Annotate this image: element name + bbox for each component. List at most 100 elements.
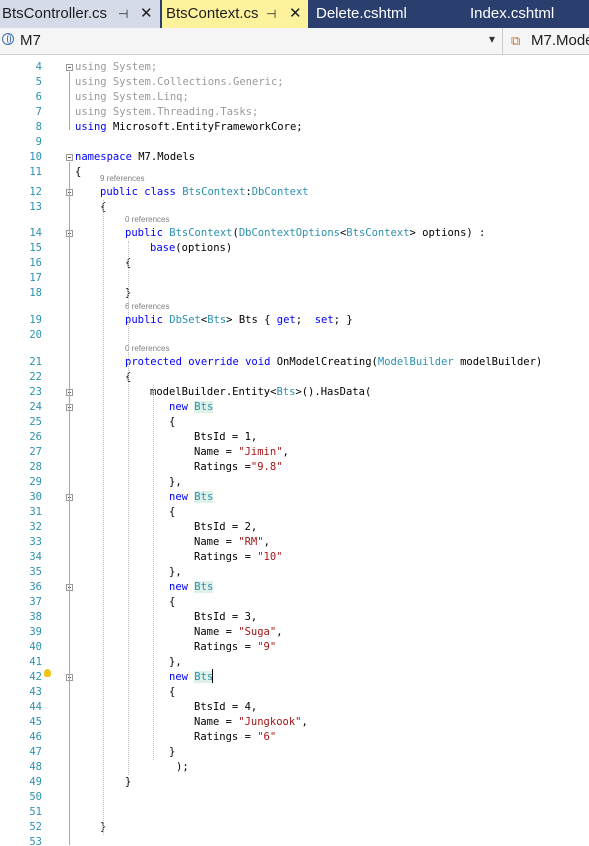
code-line[interactable]: Name = "Suga", (194, 625, 283, 640)
code-line[interactable]: Ratings = "6" (194, 730, 276, 745)
code-line[interactable]: BtsId = 3, (194, 610, 257, 625)
code-line[interactable]: namespace M7.Models (75, 150, 195, 165)
code-line[interactable]: public BtsContext(DbContextOptions<BtsCo… (125, 226, 485, 241)
code-line[interactable]: } (169, 745, 175, 760)
code-token: (options) (175, 242, 233, 254)
code-line[interactable]: Name = "RM", (194, 535, 270, 550)
code-line[interactable]: Name = "Jimin", (194, 445, 289, 460)
line-number: 31 (29, 506, 42, 518)
code-line[interactable]: BtsId = 2, (194, 520, 257, 535)
code-line[interactable]: }, (169, 565, 182, 580)
fold-line (69, 72, 70, 130)
code-line[interactable]: protected override void OnModelCreating(… (125, 355, 542, 370)
code-line[interactable]: using System; (75, 60, 157, 75)
tab-label: Delete.cshtml (316, 5, 407, 22)
tab-btscontext[interactable]: BtsContext.cs ⊣ ✕ (162, 0, 308, 28)
code-token: } (169, 746, 176, 758)
code-line[interactable]: ); (176, 760, 189, 775)
line-number: 4 (35, 61, 42, 73)
code-token: BtsId = 2, (194, 521, 258, 533)
code-token: BtsContext (169, 227, 233, 239)
code-line[interactable]: new Bts (169, 580, 214, 595)
code-token: namespace (75, 151, 132, 163)
code-token: using System.Collections.Generic; (75, 76, 284, 88)
code-token: { (75, 166, 82, 178)
close-icon[interactable]: ✕ (289, 0, 302, 28)
line-number: 52 (29, 821, 42, 833)
code-token: , (301, 716, 308, 728)
code-line[interactable]: Name = "Jungkook", (194, 715, 308, 730)
code-editor[interactable]: 4 5 6 7 8 9 10 11 12 13 14 15 16 17 18 19 20 21 22 23 24 25 26… (0, 55, 589, 846)
code-line[interactable]: new Bts (169, 670, 214, 685)
line-number: 19 (29, 314, 42, 326)
code-token: new (169, 491, 188, 503)
codelens-references[interactable]: 6 references (125, 302, 169, 312)
code-line[interactable]: { (169, 685, 175, 700)
tab-label: Index.cshtml (470, 5, 555, 22)
code-line[interactable]: BtsId = 4, (194, 700, 257, 715)
code-line[interactable]: { (169, 415, 175, 430)
code-line[interactable]: Ratings ="9.8" (194, 460, 283, 475)
code-line[interactable]: new Bts (169, 490, 214, 505)
code-line[interactable]: Ratings = "9" (194, 640, 276, 655)
line-number: 22 (29, 371, 42, 383)
code-token: }, (169, 566, 182, 578)
line-number: 46 (29, 731, 42, 743)
line-number: 38 (29, 611, 42, 623)
code-token: Ratings = (194, 461, 251, 473)
close-icon[interactable]: ✕ (140, 0, 153, 28)
line-number: 29 (29, 476, 42, 488)
code-token: public (125, 227, 163, 239)
code-line[interactable]: BtsId = 1, (194, 430, 257, 445)
code-line[interactable]: using System.Threading.Tasks; (75, 105, 258, 120)
codelens-references[interactable]: 9 references (100, 174, 144, 184)
tab-index-cshtml[interactable]: Index.cshtml (464, 0, 589, 28)
code-token: Bts (194, 671, 214, 683)
project-dropdown[interactable]: M7 (20, 32, 41, 49)
class-dropdown[interactable]: M7.Mode (531, 32, 589, 49)
indent-guide (128, 241, 129, 775)
code-line[interactable]: { (169, 505, 175, 520)
pin-icon[interactable]: ⊣ (266, 0, 276, 28)
code-line[interactable]: { (169, 595, 175, 610)
codelens-references[interactable]: 0 references (125, 344, 169, 354)
code-line[interactable]: }, (169, 655, 182, 670)
lightbulb-icon[interactable] (44, 669, 51, 677)
code-token: Bts (194, 581, 214, 593)
collapse-toggle[interactable] (66, 64, 73, 71)
code-token: base (150, 242, 176, 254)
code-token: "9" (257, 641, 277, 653)
chevron-down-icon[interactable]: ▾ (489, 32, 495, 46)
line-number: 50 (29, 791, 42, 803)
codelens-references[interactable]: 0 references (125, 215, 169, 225)
line-number: 53 (29, 836, 42, 846)
line-number: 14 (29, 227, 42, 239)
code-token: Name = (194, 536, 239, 548)
code-line[interactable]: using System.Linq; (75, 90, 189, 105)
line-number: 32 (29, 521, 42, 533)
tab-delete-cshtml[interactable]: Delete.cshtml (310, 0, 462, 28)
code-line[interactable]: base(options) (150, 241, 232, 256)
code-line[interactable]: Ratings = "10" (194, 550, 283, 565)
line-number: 26 (29, 431, 42, 443)
code-line[interactable]: public DbSet<Bts> Bts { get; set; } (125, 313, 353, 328)
code-line[interactable]: modelBuilder.Entity<Bts>().HasData( (150, 385, 371, 400)
code-token: M7.Models (138, 151, 196, 163)
code-line[interactable]: using System.Collections.Generic; (75, 75, 284, 90)
pin-icon[interactable]: ⊣ (118, 0, 128, 28)
code-line[interactable]: } (125, 775, 131, 790)
line-number: 51 (29, 806, 42, 818)
code-token: "9.8" (250, 461, 283, 473)
collapse-toggle[interactable] (66, 154, 73, 161)
line-number: 20 (29, 329, 42, 341)
tab-btscontroller[interactable]: BtsController.cs ⊣ ✕ (0, 0, 161, 28)
code-line[interactable]: public class BtsContext:DbContext (100, 185, 309, 200)
project-icon (2, 33, 14, 45)
code-line[interactable]: new Bts (169, 400, 214, 415)
code-token: BtsContext (182, 186, 246, 198)
code-line[interactable]: { (75, 165, 81, 180)
code-line[interactable]: }, (169, 475, 182, 490)
code-line[interactable]: using Microsoft.EntityFrameworkCore; (75, 120, 303, 135)
class-icon: ⧉ (511, 33, 521, 48)
code-token: { (169, 686, 176, 698)
